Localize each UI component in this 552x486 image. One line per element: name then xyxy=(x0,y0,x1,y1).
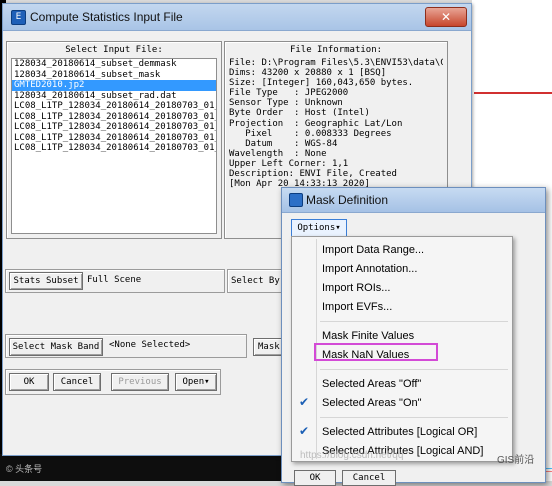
close-button[interactable]: ✕ xyxy=(425,7,467,27)
menu-item[interactable]: Import ROIs... xyxy=(322,279,390,297)
brand-watermark: GIS前沿 xyxy=(497,455,535,466)
stats-subset-value: Full Scene xyxy=(87,275,142,285)
menu-item[interactable]: Mask Finite Values xyxy=(322,327,414,345)
menu-separator xyxy=(320,321,508,322)
file-info-line: Dims: 43200 x 20880 x 1 [BSQ] xyxy=(229,68,387,79)
file-info-line: Datum : WGS-84 xyxy=(229,138,338,149)
menu-separator xyxy=(320,369,508,370)
open-button-label: Open xyxy=(182,377,205,387)
ok-button[interactable]: OK xyxy=(9,373,49,391)
app-icon: E xyxy=(11,10,26,25)
stats-subset-button[interactable]: Stats Subset xyxy=(9,272,83,290)
title-bar[interactable]: E Compute Statistics Input File ✕ xyxy=(3,4,471,31)
file-list-item[interactable]: LC08_L1TP_128034_20180614_20180703_01_T1 xyxy=(12,133,216,144)
file-list-item[interactable]: 128034_20180614_subset_mask xyxy=(12,70,216,81)
file-list-item[interactable]: LC08_L1TP_128034_20180614_20180703_01_T1 xyxy=(12,112,216,123)
file-info-line: Wavelength : None xyxy=(229,148,327,159)
menu-item[interactable]: Import Data Range... xyxy=(322,241,424,259)
checkmark-icon: ✔ xyxy=(299,395,310,409)
file-list-item[interactable]: 128034_20180614_subset_demmask xyxy=(12,59,216,70)
dropdown-arrow-icon: ▾ xyxy=(204,377,210,387)
corner-watermark: © 头条号 xyxy=(6,464,43,474)
file-info-line: Size: [Integer] 160,043,650 bytes. xyxy=(229,78,414,89)
mask-ok-button[interactable]: OK xyxy=(294,470,336,486)
mask-definition-window: Mask Definition Options▾ Import Data Ran… xyxy=(281,187,546,486)
select-mask-band-button[interactable]: Select Mask Band xyxy=(9,338,103,356)
file-list-item[interactable]: LC08_L1TP_128034_20180614_20180703_01_T1 xyxy=(12,143,216,154)
options-dropdown-menu: Import Data Range... Import Annotation...… xyxy=(291,236,513,462)
file-list[interactable]: 128034_20180614_subset_demmask 128034_201… xyxy=(11,58,217,234)
mask-window-icon xyxy=(289,193,303,207)
mask-band-value: <None Selected> xyxy=(109,340,191,350)
menu-separator xyxy=(320,417,508,418)
url-watermark: https://blog.csdn.net/qq xyxy=(300,450,404,461)
file-list-item[interactable]: 128034_20180614_subset_rad.dat xyxy=(12,91,216,102)
file-info-line: Description: ENVI File, Created xyxy=(229,169,397,180)
menu-item[interactable]: Selected Areas "Off" xyxy=(322,375,421,393)
select-input-file-panel: Select Input File: 128034_20180614_subse… xyxy=(6,41,222,239)
file-list-item[interactable]: GMTED2010.jp2 xyxy=(12,80,216,91)
background-red-line xyxy=(474,92,552,94)
checkmark-icon: ✔ xyxy=(299,424,310,438)
background-dark-bottom xyxy=(0,454,282,481)
file-info-line: Upper Left Corner: 1,1 xyxy=(229,158,349,169)
file-info-line: Projection : Geographic Lat/Lon xyxy=(229,118,403,129)
select-input-file-header: Select Input File: xyxy=(65,45,163,55)
menu-item[interactable]: Import Annotation... xyxy=(322,260,417,278)
menu-item[interactable]: Selected Attributes [Logical OR] xyxy=(322,423,477,441)
open-button[interactable]: Open▾ xyxy=(175,373,217,391)
mask-window-title: Mask Definition xyxy=(306,193,389,207)
file-info-line: File: D:\Program Files\5.3\ENVI53\data\G… xyxy=(229,58,443,68)
menu-item[interactable]: Mask NaN Values xyxy=(322,346,409,364)
window-title: Compute Statistics Input File xyxy=(30,10,183,24)
file-info-line: File Type : JPEG2000 xyxy=(229,88,349,99)
file-info-line: Byte Order : Host (Intel) xyxy=(229,108,370,119)
menu-item[interactable]: Selected Areas "On" xyxy=(322,394,422,412)
menu-item[interactable]: Import EVFs... xyxy=(322,298,392,316)
previous-button[interactable]: Previous xyxy=(111,373,169,391)
file-list-item[interactable]: LC08_L1TP_128034_20180614_20180703_01_T1 xyxy=(12,101,216,112)
mask-cancel-button[interactable]: Cancel xyxy=(342,470,396,486)
select-by-label: Select By xyxy=(231,276,280,286)
file-list-item[interactable]: LC08_L1TP_128034_20180614_20180703_01_T1 xyxy=(12,122,216,133)
file-information-header: File Information: xyxy=(289,45,383,55)
options-menu-button[interactable]: Options▾ xyxy=(291,219,347,237)
file-info-line: Pixel : 0.008333 Degrees xyxy=(229,128,392,139)
file-info-line: Sensor Type : Unknown xyxy=(229,98,343,109)
mask-title-bar[interactable]: Mask Definition xyxy=(282,188,545,213)
cancel-button[interactable]: Cancel xyxy=(53,373,101,391)
